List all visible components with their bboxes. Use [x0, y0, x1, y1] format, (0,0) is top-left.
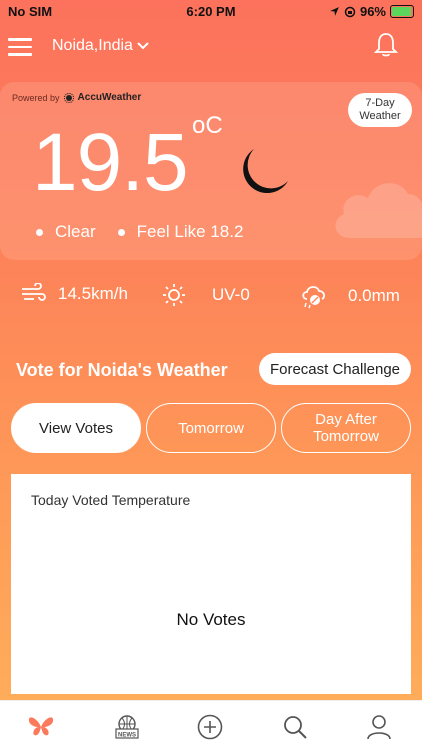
tab-tomorrow[interactable]: Tomorrow: [146, 403, 276, 453]
powered-by: Powered by AccuWeather: [12, 92, 141, 103]
status-bar: No SIM 6:20 PM 96%: [0, 0, 422, 24]
bottom-nav: NEWS: [0, 700, 422, 751]
empty-state-text: No Votes: [176, 610, 246, 629]
tab-label: Tomorrow: [178, 419, 244, 437]
moon-icon: [243, 149, 288, 194]
bell-icon[interactable]: [374, 32, 398, 58]
forecast-challenge-button[interactable]: Forecast Challenge: [259, 353, 411, 385]
menu-icon[interactable]: [8, 38, 32, 56]
wind-stat: 14.5km/h: [20, 283, 128, 305]
tab-day-after-tomorrow[interactable]: Day After Tomorrow: [281, 403, 411, 453]
current-temperature: 19.5: [32, 117, 189, 208]
location-arrow-icon: [330, 7, 339, 16]
uv-value: UV-0: [212, 285, 250, 304]
location-selector[interactable]: Noida,India: [52, 37, 149, 55]
location-label: Noida,India: [52, 37, 133, 54]
sun-icon: [163, 284, 185, 306]
accuweather-logo-icon: [63, 92, 74, 103]
temperature-unit: oC: [192, 112, 223, 139]
precip-stat: 0.0mm: [300, 283, 400, 309]
seven-day-label: 7-Day Weather: [359, 97, 401, 122]
status-right: 96%: [329, 4, 414, 19]
wind-value: 14.5km/h: [58, 284, 128, 303]
powered-by-label: Powered by: [12, 92, 60, 103]
bullet-icon: [36, 228, 43, 236]
nav-news[interactable]: NEWS: [113, 713, 141, 741]
tab-view-votes[interactable]: View Votes: [11, 403, 141, 453]
vote-title: Vote for Noida's Weather: [16, 360, 228, 380]
chevron-down-icon: [137, 42, 149, 50]
bullet-icon: [117, 228, 125, 236]
precip-value: 0.0mm: [348, 286, 400, 305]
battery-icon: [390, 5, 414, 18]
uv-stat: UV-0: [162, 283, 250, 307]
nav-add[interactable]: [196, 713, 224, 741]
nav-profile[interactable]: [365, 713, 393, 741]
search-icon: [284, 716, 307, 739]
nav-home[interactable]: [27, 713, 55, 741]
votes-panel: Today Voted Temperature No Votes: [11, 474, 411, 694]
seven-day-button[interactable]: 7-Day Weather: [348, 93, 412, 127]
add-icon: [197, 714, 223, 740]
orientation-lock-icon: [344, 6, 356, 17]
news-icon-label: NEWS: [118, 733, 136, 739]
panel-title: Today Voted Temperature: [31, 492, 191, 508]
nav-search[interactable]: [281, 713, 309, 741]
news-icon: NEWS: [115, 715, 139, 739]
butterfly-icon: [28, 717, 54, 736]
battery-percent: 96%: [359, 4, 386, 19]
wind-icon: [22, 283, 46, 301]
condition-row: Clear Feel Like 18.2: [36, 222, 243, 242]
profile-icon: [367, 715, 391, 740]
rain-cloud-icon: [302, 286, 326, 309]
tab-label: Day After Tomorrow: [313, 411, 379, 445]
cloud-decoration-icon: [335, 183, 422, 238]
tab-label: View Votes: [39, 419, 113, 437]
feels-like-text: Feel Like 18.2: [136, 222, 244, 241]
condition-text: Clear: [55, 222, 96, 241]
provider-name: AccuWeather: [77, 92, 142, 103]
